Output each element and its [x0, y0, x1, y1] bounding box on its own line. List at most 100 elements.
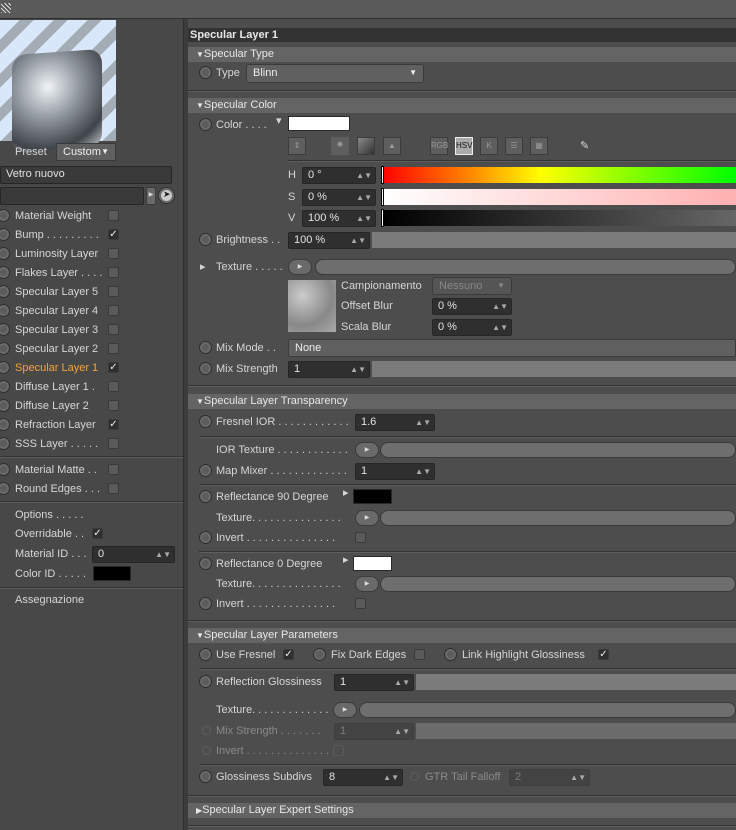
spinner-icon[interactable]: ▲▼: [383, 770, 399, 785]
glossiness-texture-button[interactable]: ▶: [333, 702, 357, 718]
spinner-icon[interactable]: ▲▼: [394, 724, 410, 739]
mix-mode-dropdown[interactable]: None: [288, 339, 736, 357]
noise-thumbnail[interactable]: [288, 280, 336, 332]
reflectance-90-texture-field[interactable]: [380, 510, 736, 526]
spinner-icon[interactable]: ▲▼: [394, 675, 410, 690]
section-specular-type[interactable]: ▼Specular Type: [188, 47, 736, 62]
spinner-icon[interactable]: ▲▼: [356, 168, 372, 183]
reflection-glossiness-input[interactable]: 1 ▲▼: [334, 674, 414, 691]
slider-handle[interactable]: [381, 209, 384, 227]
invert-90-radio[interactable]: [199, 531, 212, 544]
reflectance-90-swatch[interactable]: [353, 489, 392, 504]
mix-strength-radio[interactable]: [199, 362, 212, 375]
color-swatch[interactable]: [288, 116, 350, 131]
link-arrow-button[interactable]: ▶: [146, 187, 156, 205]
material-preview[interactable]: [0, 20, 116, 154]
preset-dropdown[interactable]: Custom ▼: [56, 143, 116, 161]
section-specular-color[interactable]: ▼Specular Color: [188, 98, 736, 113]
link-gloss-radio[interactable]: [444, 648, 457, 661]
reflectance-0-texture-field[interactable]: [380, 576, 736, 592]
type-radio[interactable]: [199, 66, 212, 79]
invert-90-checkbox[interactable]: [355, 532, 366, 543]
reflection-glossiness-radio[interactable]: [199, 675, 212, 688]
spinner-icon[interactable]: ▲▼: [492, 299, 508, 314]
offset-blur-input[interactable]: 0 % ▲▼: [432, 298, 512, 315]
layer-enable-checkbox[interactable]: [108, 483, 119, 494]
color-radio[interactable]: [199, 118, 212, 131]
glossiness-subdivs-radio[interactable]: [199, 770, 212, 783]
fix-dark-edges-checkbox[interactable]: [414, 649, 425, 660]
section-specular-layer-expert-settings[interactable]: ▶Specular Layer Expert Settings: [188, 803, 736, 818]
grip-icon[interactable]: [1, 3, 11, 13]
use-fresnel-radio[interactable]: [199, 648, 212, 661]
layer-enable-checkbox[interactable]: [108, 286, 119, 297]
layer-enable-checkbox[interactable]: [108, 305, 119, 316]
mix-mode-radio[interactable]: [199, 341, 212, 354]
map-mixer-input[interactable]: 1 ▲▼: [355, 463, 435, 480]
invert-0-radio[interactable]: [199, 597, 212, 610]
link-field[interactable]: [0, 187, 144, 205]
layer-enable-checkbox[interactable]: [108, 381, 119, 392]
h-input[interactable]: 0 ° ▲▼: [302, 167, 376, 184]
spinner-icon[interactable]: ▲▼: [415, 415, 431, 430]
type-dropdown[interactable]: Blinn ▼: [246, 64, 424, 83]
mix-strength-input[interactable]: 1 ▲▼: [288, 361, 370, 378]
pick-cursor-icon[interactable]: ➤: [158, 187, 175, 204]
color-id-swatch[interactable]: [93, 566, 131, 581]
use-fresnel-checkbox[interactable]: ✓: [283, 649, 294, 660]
material-id-input[interactable]: 0 ▲▼: [92, 546, 175, 563]
layer-enable-checkbox[interactable]: [108, 267, 119, 278]
layer-enable-checkbox[interactable]: [108, 248, 119, 259]
glossiness-subdivs-input[interactable]: 8 ▲▼: [323, 769, 403, 786]
color-sliders-icon[interactable]: ☰: [505, 137, 523, 155]
reflection-glossiness-slider[interactable]: [416, 674, 736, 690]
layer-enable-checkbox[interactable]: [108, 438, 119, 449]
spinner-icon[interactable]: ▲▼: [350, 362, 366, 377]
layer-enable-checkbox[interactable]: [108, 324, 119, 335]
section-specular-layer-transparency[interactable]: ▼Specular Layer Transparency: [188, 394, 736, 409]
section-specular-layer-parameters[interactable]: ▼Specular Layer Parameters: [188, 628, 736, 643]
image-picker-icon[interactable]: ▲: [383, 137, 401, 155]
slider-handle[interactable]: [381, 166, 384, 184]
slider-handle[interactable]: [381, 188, 384, 206]
spinner-icon[interactable]: ▲▼: [492, 320, 508, 335]
spinner-icon[interactable]: ▲▼: [155, 547, 171, 562]
swatches-icon[interactable]: ▦: [530, 137, 548, 155]
mode-rgb-button[interactable]: RGB: [430, 137, 448, 155]
spinner-icon[interactable]: ▲▼: [356, 211, 372, 226]
spectrum-icon[interactable]: [357, 137, 375, 155]
reflectance-90-radio[interactable]: [199, 490, 212, 503]
color-wheel-icon[interactable]: ✺: [331, 137, 349, 155]
brightness-input[interactable]: 100 % ▲▼: [288, 232, 370, 249]
reflectance-0-radio[interactable]: [199, 557, 212, 570]
ior-texture-load-button[interactable]: ▶: [355, 442, 379, 458]
s-slider[interactable]: [382, 189, 736, 205]
reflectance-0-swatch[interactable]: [353, 556, 392, 571]
v-input[interactable]: 100 % ▲▼: [302, 210, 376, 227]
mix-strength-slider[interactable]: [372, 361, 736, 377]
layer-enable-checkbox[interactable]: [108, 400, 119, 411]
spinner-icon[interactable]: ▲▼: [356, 190, 372, 205]
texture-field[interactable]: [315, 259, 736, 275]
reflectance-90-texture-button[interactable]: ▶: [355, 510, 379, 526]
reflectance-0-texture-button[interactable]: ▶: [355, 576, 379, 592]
layer-enable-checkbox[interactable]: [108, 210, 119, 221]
layer-enable-checkbox[interactable]: ✓: [108, 229, 119, 240]
layer-enable-checkbox[interactable]: ✓: [108, 362, 119, 373]
brightness-radio[interactable]: [199, 233, 212, 246]
layer-enable-checkbox[interactable]: ✓: [108, 419, 119, 430]
scale-blur-input[interactable]: 0 % ▲▼: [432, 319, 512, 336]
layer-enable-checkbox[interactable]: [108, 343, 119, 354]
glossiness-texture-field[interactable]: [359, 702, 736, 718]
invert-0-checkbox[interactable]: [355, 598, 366, 609]
map-mixer-radio[interactable]: [199, 464, 212, 477]
link-highlight-glossiness-checkbox[interactable]: ✓: [598, 649, 609, 660]
fix-dark-edges-radio[interactable]: [313, 648, 326, 661]
texture-load-button[interactable]: ▶: [288, 259, 312, 275]
color-mixer-icon[interactable]: ⇕: [288, 137, 306, 155]
fresnel-ior-input[interactable]: 1.6 ▲▼: [355, 414, 435, 431]
layer-enable-checkbox[interactable]: [108, 464, 119, 475]
v-slider[interactable]: [382, 210, 736, 226]
spinner-icon[interactable]: ▲▼: [350, 233, 366, 248]
ior-texture-field[interactable]: [380, 442, 736, 458]
